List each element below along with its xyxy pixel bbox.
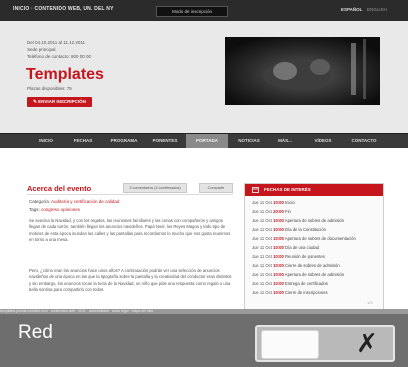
about-paragraph-1: Se avecina la Navidad, y con los regalos… <box>29 218 231 243</box>
date-row[interactable]: Jue 11 Oct 10:00 Inicio <box>252 199 295 206</box>
event-venue: Sede principal <box>27 47 56 52</box>
nav-item-inicio[interactable]: INICIO <box>30 134 62 148</box>
nav-item-videos[interactable]: VÍDEOS <box>304 134 342 148</box>
top-bar: INICIO · CONTENIDO WEB, UN. DEL NY Modo … <box>0 0 408 21</box>
about-paragraph-2: Pero, ¿cómo eran los anuncios hace unos … <box>29 268 232 293</box>
date-row[interactable]: Jue 11 Oct 20:00 Fin <box>252 208 291 215</box>
date-row[interactable]: Jue 11 Oct 10:00 Día de la Constitución <box>252 226 326 233</box>
nav-item-noticias[interactable]: NOTICIAS <box>228 134 270 148</box>
nav-item-portada[interactable]: PORTADA <box>186 134 228 148</box>
tags-line: Tags: congreso opiniones <box>29 207 80 212</box>
hero-photo-art <box>225 37 380 105</box>
main-nav: INICIO FECHAS PROGRAMA PONENTES PORTADA … <box>0 133 408 148</box>
language-spanish-link[interactable]: ESPAÑOL <box>341 7 362 12</box>
page-title: Templates <box>26 66 104 83</box>
key-dates-panel: FECHAS DE INTERÉS Jue 11 Oct 10:00 Inici… <box>244 183 384 311</box>
key-dates-pager[interactable]: 1/3 <box>367 300 373 305</box>
nav-item-mas[interactable]: MÁS... <box>270 134 300 148</box>
overlay-label: Red <box>18 322 53 343</box>
nav-item-contacto[interactable]: CONTACTO <box>344 134 384 148</box>
date-row[interactable]: Jue 11 Oct 10:00 Apertura de sobres de a… <box>252 217 344 224</box>
date-row[interactable]: Jue 11 Oct 10:00 Apertura de sobres de d… <box>252 235 356 242</box>
tags-label: Tags: <box>29 207 40 212</box>
date-row[interactable]: Jue 11 Oct 10:00 Entrega de certificados <box>252 280 328 287</box>
register-button-label: ENVIAR INSCRIPCIÓN <box>38 99 86 104</box>
red-toggle-switch[interactable]: ✗ <box>255 325 395 362</box>
available-places: Plazas disponibles: 75 <box>27 86 72 91</box>
register-button[interactable]: ✎ ENVIAR INSCRIPCIÓN <box>27 97 92 107</box>
toggle-knob[interactable] <box>261 330 319 359</box>
category-label: Categoría: <box>29 199 51 204</box>
section-divider <box>27 194 233 195</box>
about-title: Acerca del evento <box>27 184 92 193</box>
overlay-bar: Red ✗ <box>0 314 408 367</box>
nav-item-ponentes[interactable]: PONENTES <box>146 134 184 148</box>
key-dates-title: FECHAS DE INTERÉS <box>264 187 311 192</box>
registration-mode-button[interactable]: Modo de inscripción <box>156 6 228 17</box>
event-dates: Del 04.10.2011 al 11.12.2011 <box>27 40 86 45</box>
hero-photo <box>225 37 380 105</box>
nav-item-fechas[interactable]: FECHAS <box>66 134 100 148</box>
site-brand[interactable]: INICIO · CONTENIDO WEB, UN. DEL NY <box>13 6 114 12</box>
category-line: Categoría: Auditoría y certificación de … <box>29 199 119 204</box>
comments-pill[interactable]: 3 comentarios (3 confirmados) <box>123 183 187 193</box>
nav-item-programa[interactable]: PROGRAMA <box>104 134 144 148</box>
key-dates-header: FECHAS DE INTERÉS <box>245 184 383 196</box>
tags-link[interactable]: congreso opiniones <box>41 207 80 212</box>
x-mark-icon: ✗ <box>356 328 378 358</box>
event-header: Del 04.10.2011 al 11.12.2011 Sede princi… <box>0 21 408 133</box>
share-pill[interactable]: Compartir <box>199 183 233 193</box>
date-row[interactable]: Jue 11 Oct 10:00 Cierre de sobres de adm… <box>252 262 340 269</box>
calendar-icon <box>252 187 259 193</box>
category-link[interactable]: Auditoría y certificación de calidad <box>51 199 119 204</box>
date-row[interactable]: Jue 11 Oct 10:00 Cierre de inscripciones <box>252 289 328 296</box>
date-row[interactable]: Jue 11 Oct 10:00 Apertura de sobres de a… <box>252 271 344 278</box>
event-phone: Teléfono de contacto: 900 00 00 <box>27 54 92 59</box>
language-english-link[interactable]: ENGLISH <box>367 7 387 12</box>
date-row[interactable]: Jue 11 Oct 10:00 Reunión de ponentes <box>252 253 325 260</box>
date-row[interactable]: Jue 11 Oct 10:00 Día de una ciudad <box>252 244 319 251</box>
